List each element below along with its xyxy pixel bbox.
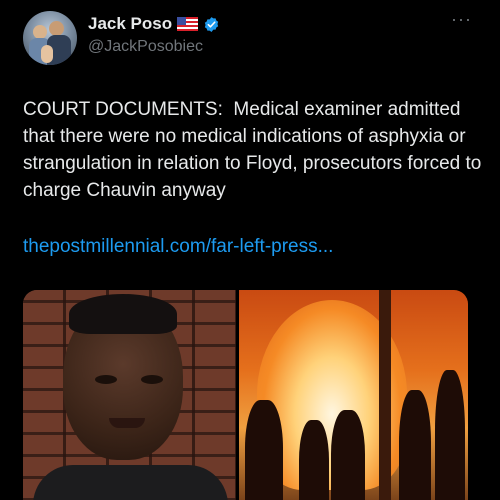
fire-scene-photo[interactable]: [239, 290, 468, 500]
author-name-row: Jack Poso: [88, 14, 220, 34]
tweet-card: Jack Poso @JackPosobiec ··· COURT DOCUME…: [0, 0, 500, 500]
more-options-icon[interactable]: ···: [451, 10, 472, 28]
media-grid: [23, 290, 468, 500]
us-flag-icon: [177, 17, 199, 31]
verified-badge-icon: [204, 16, 219, 32]
author-display-name[interactable]: Jack Poso: [88, 14, 172, 34]
portrait-photo[interactable]: [23, 290, 236, 500]
tweet-text: COURT DOCUMENTS: Medical examiner admitt…: [23, 99, 487, 201]
tweet-link[interactable]: thepostmillennial.com/far-left-press...: [23, 236, 333, 258]
author-handle[interactable]: @JackPosobiec: [88, 38, 203, 56]
author-avatar[interactable]: [23, 11, 77, 65]
